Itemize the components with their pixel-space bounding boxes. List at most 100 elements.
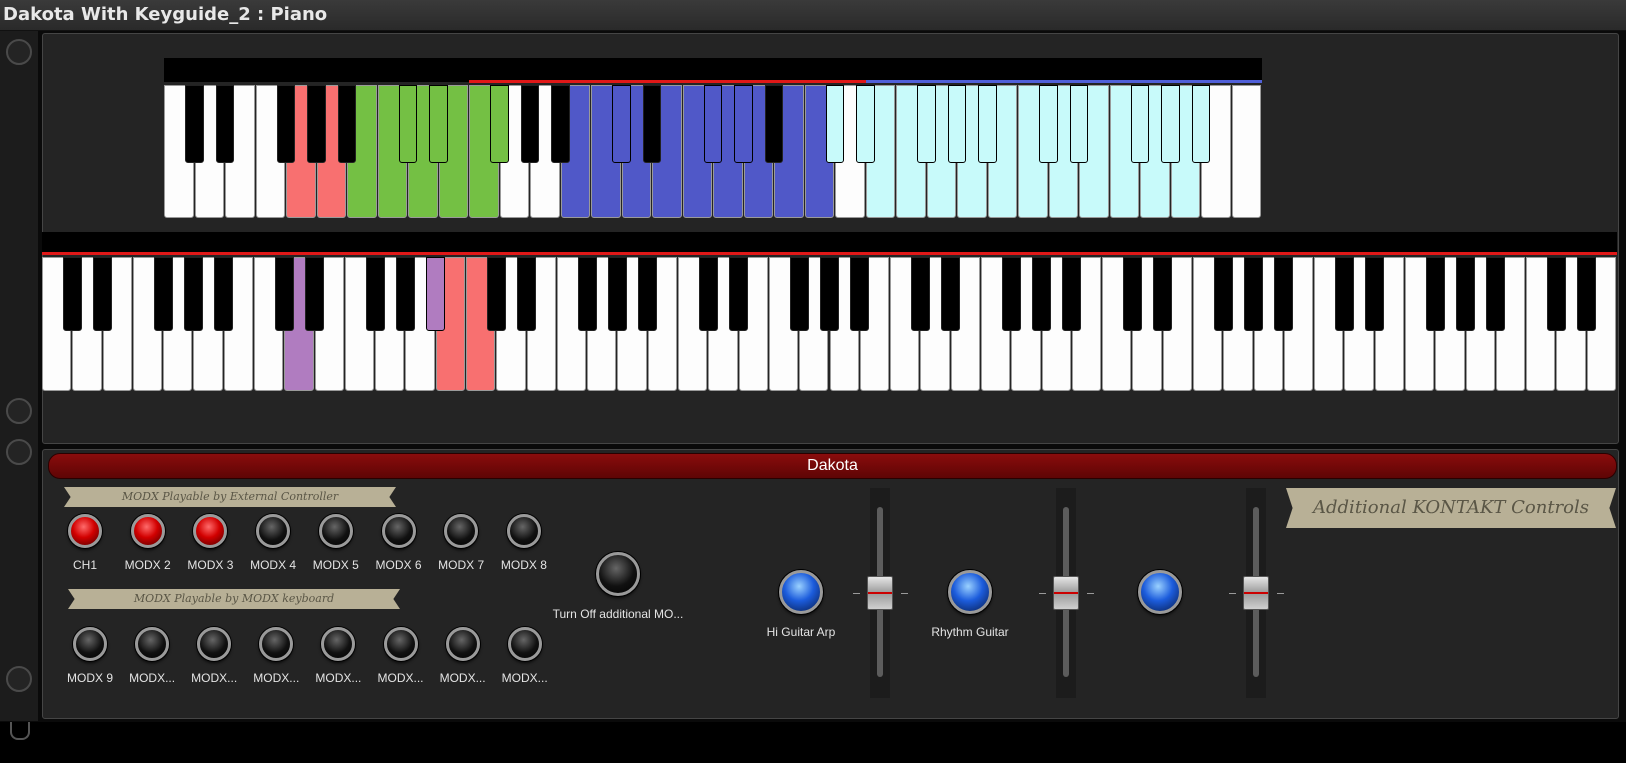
- black-key[interactable]: [729, 257, 748, 331]
- black-key[interactable]: [703, 85, 723, 163]
- black-key[interactable]: [910, 257, 930, 331]
- black-key[interactable]: [1547, 257, 1566, 331]
- black-key[interactable]: [490, 85, 509, 163]
- rack-ring-3[interactable]: [6, 439, 32, 465]
- black-key[interactable]: [486, 257, 506, 331]
- black-key[interactable]: [365, 257, 385, 331]
- black-key[interactable]: [850, 257, 870, 331]
- black-key[interactable]: [276, 85, 296, 163]
- channel-label: MODX...: [315, 671, 362, 685]
- black-key[interactable]: [62, 257, 82, 331]
- lower-keyboard: [42, 232, 1617, 392]
- black-key[interactable]: [1153, 257, 1173, 331]
- black-key[interactable]: [1130, 85, 1150, 163]
- channel-knob[interactable]: [318, 514, 353, 548]
- black-key[interactable]: [429, 85, 448, 163]
- external-controller-tag: MODX Playable by External Controller: [64, 487, 396, 507]
- black-key[interactable]: [1062, 257, 1082, 331]
- rack-ring-1[interactable]: [6, 39, 32, 65]
- black-key[interactable]: [1486, 257, 1506, 331]
- black-key[interactable]: [1122, 257, 1142, 331]
- black-key[interactable]: [215, 85, 235, 163]
- black-key[interactable]: [642, 85, 662, 163]
- channel-knob[interactable]: [506, 514, 541, 548]
- black-key[interactable]: [396, 257, 415, 331]
- black-key[interactable]: [1244, 257, 1263, 331]
- black-key[interactable]: [856, 85, 875, 163]
- black-key[interactable]: [153, 257, 173, 331]
- black-key[interactable]: [698, 257, 718, 331]
- fader-handle[interactable]: [867, 576, 893, 610]
- black-key[interactable]: [1032, 257, 1051, 331]
- black-key[interactable]: [337, 85, 357, 163]
- fader-handle[interactable]: [1243, 576, 1269, 610]
- kontakt-knob[interactable]: [1138, 570, 1182, 614]
- turn-off-knob[interactable]: [596, 552, 640, 596]
- channel-knob[interactable]: [256, 514, 291, 548]
- keyguide-range-line: [469, 80, 866, 83]
- channel-knob[interactable]: [68, 514, 102, 548]
- black-key[interactable]: [820, 257, 839, 331]
- black-key[interactable]: [214, 257, 234, 331]
- channel-label: MODX 3: [187, 558, 234, 572]
- fader-tick: [1087, 593, 1094, 594]
- black-key[interactable]: [825, 85, 845, 163]
- black-key[interactable]: [93, 257, 112, 331]
- lower-keyguide-bar: [42, 232, 1617, 254]
- black-key[interactable]: [307, 85, 326, 163]
- black-key[interactable]: [1365, 257, 1385, 331]
- channel-knob[interactable]: [135, 627, 170, 661]
- black-key[interactable]: [1161, 85, 1180, 163]
- fader-tick: [1039, 593, 1046, 594]
- black-key[interactable]: [1213, 257, 1233, 331]
- black-key[interactable]: [1577, 257, 1597, 331]
- kontakt-knob[interactable]: [779, 570, 823, 614]
- black-key[interactable]: [1335, 257, 1354, 331]
- black-key[interactable]: [947, 85, 967, 163]
- channel-knob[interactable]: [381, 514, 416, 548]
- black-key[interactable]: [1191, 85, 1211, 163]
- keyguide-range-line: [865, 80, 1262, 83]
- channel-knob[interactable]: [73, 627, 107, 661]
- black-key[interactable]: [551, 85, 570, 163]
- channel-knob[interactable]: [383, 627, 418, 661]
- black-key[interactable]: [577, 257, 597, 331]
- kontakt-knob[interactable]: [948, 570, 992, 614]
- channel-knob[interactable]: [130, 514, 165, 548]
- black-key[interactable]: [608, 257, 627, 331]
- fader-handle[interactable]: [1053, 576, 1079, 610]
- black-key[interactable]: [1274, 257, 1294, 331]
- modx-keyboard-tag: MODX Playable by MODX keyboard: [68, 589, 400, 609]
- black-key[interactable]: [638, 257, 658, 331]
- black-key[interactable]: [764, 85, 784, 163]
- black-key[interactable]: [1001, 257, 1021, 331]
- black-key[interactable]: [734, 85, 753, 163]
- black-key[interactable]: [426, 257, 446, 331]
- section-banner: Dakota: [48, 453, 1617, 479]
- black-key[interactable]: [184, 257, 203, 331]
- black-key[interactable]: [1069, 85, 1089, 163]
- black-key[interactable]: [517, 257, 536, 331]
- black-key[interactable]: [1425, 257, 1445, 331]
- black-key[interactable]: [1039, 85, 1058, 163]
- black-key[interactable]: [185, 85, 204, 163]
- black-key[interactable]: [978, 85, 997, 163]
- black-key[interactable]: [305, 257, 324, 331]
- black-key[interactable]: [612, 85, 631, 163]
- black-key[interactable]: [398, 85, 418, 163]
- rack-ring-2[interactable]: [6, 398, 32, 424]
- channel-knob[interactable]: [197, 627, 232, 661]
- black-key[interactable]: [274, 257, 294, 331]
- black-key[interactable]: [941, 257, 961, 331]
- rack-ring-4[interactable]: [6, 666, 32, 692]
- black-key[interactable]: [1456, 257, 1475, 331]
- channel-knob[interactable]: [444, 514, 479, 548]
- channel-label: MODX 4: [250, 558, 297, 572]
- channel-knob[interactable]: [445, 627, 480, 661]
- white-key[interactable]: [1231, 85, 1261, 218]
- channel-label: MODX...: [253, 671, 300, 685]
- black-key[interactable]: [520, 85, 540, 163]
- black-key[interactable]: [917, 85, 936, 163]
- channel-knob[interactable]: [507, 627, 542, 661]
- black-key[interactable]: [789, 257, 809, 331]
